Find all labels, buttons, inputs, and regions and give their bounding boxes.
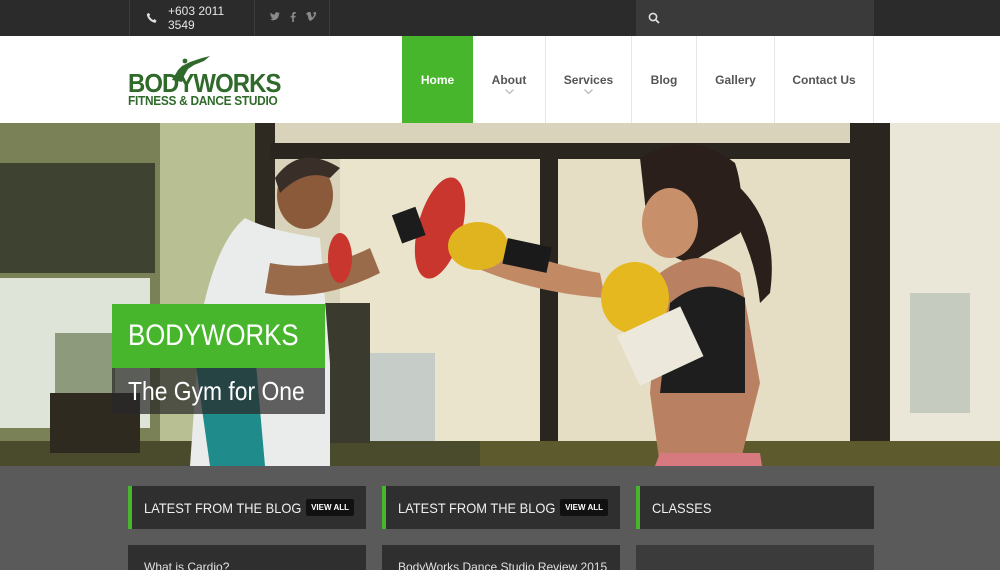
search-bar[interactable] [636, 0, 874, 36]
nav-item-label: Services [563, 72, 614, 87]
chevron-down-icon [504, 87, 514, 96]
nav-item-label: Blog [650, 72, 678, 87]
widget-area: LATEST FROM THE BLOG VIEW ALL LATEST FRO… [0, 466, 1000, 570]
logo-tagline: FITNESS & DANCE STUDIO [128, 94, 278, 108]
classes-list-item [636, 545, 874, 570]
blog-post-link[interactable]: What is Cardio? [128, 545, 366, 570]
widget-title: CLASSES [652, 499, 712, 516]
nav-item-blog[interactable]: Blog [632, 36, 697, 123]
vimeo-icon[interactable] [305, 11, 317, 24]
search-icon[interactable] [648, 12, 660, 24]
nav-item-contact-us[interactable]: Contact Us [775, 36, 874, 123]
phone-number: +603 2011 3549 [167, 4, 225, 32]
post-title: What is Cardio? [144, 560, 230, 570]
main-nav: Home About Services Blog Gallery Contact… [402, 36, 874, 123]
nav-item-label: Contact Us [792, 72, 856, 87]
widget-header-blog-1: LATEST FROM THE BLOG VIEW ALL [128, 486, 366, 529]
chevron-down-icon [584, 87, 593, 96]
nav-item-label: About [491, 72, 527, 87]
phone-contact[interactable]: +603 2011 3549 [129, 0, 255, 36]
post-title: BodyWorks Dance Studio Review 2015 [398, 560, 608, 570]
nav-item-about[interactable]: About [473, 36, 546, 123]
search-input[interactable] [668, 11, 858, 25]
hero-photo-boxing [0, 123, 1000, 466]
hero-title: BODYWORKS [112, 304, 325, 368]
site-logo[interactable]: BODYWORKS FITNESS & DANCE STUDIO [128, 56, 281, 110]
hero-subtitle-text: The Gym for One [128, 375, 305, 406]
hero-subtitle: The Gym for One [112, 368, 325, 414]
widget-title: LATEST FROM THE BLOG [398, 499, 556, 516]
nav-item-gallery[interactable]: Gallery [697, 36, 775, 123]
twitter-icon[interactable] [269, 12, 280, 24]
nav-item-home[interactable]: Home [402, 36, 473, 123]
widget-header-classes: CLASSES [636, 486, 874, 529]
nav-item-label: Home [420, 72, 455, 87]
widget-title: LATEST FROM THE BLOG [144, 499, 302, 516]
site-header: BODYWORKS FITNESS & DANCE STUDIO Home Ab… [0, 36, 1000, 123]
nav-item-services[interactable]: Services [546, 36, 632, 123]
widget-header-blog-2: LATEST FROM THE BLOG VIEW ALL [382, 486, 620, 529]
facebook-icon[interactable] [288, 11, 298, 25]
phone-icon [146, 12, 157, 23]
top-bar: +603 2011 3549 [0, 0, 1000, 36]
social-links [256, 0, 330, 36]
view-all-button[interactable]: VIEW ALL [560, 499, 608, 516]
view-all-button[interactable]: VIEW ALL [306, 499, 354, 516]
hero-title-text: BODYWORKS [128, 319, 299, 352]
hero-banner: BODYWORKS The Gym for One [0, 123, 1000, 466]
blog-post-link[interactable]: BodyWorks Dance Studio Review 2015 [382, 545, 620, 570]
nav-item-label: Gallery [715, 72, 756, 87]
